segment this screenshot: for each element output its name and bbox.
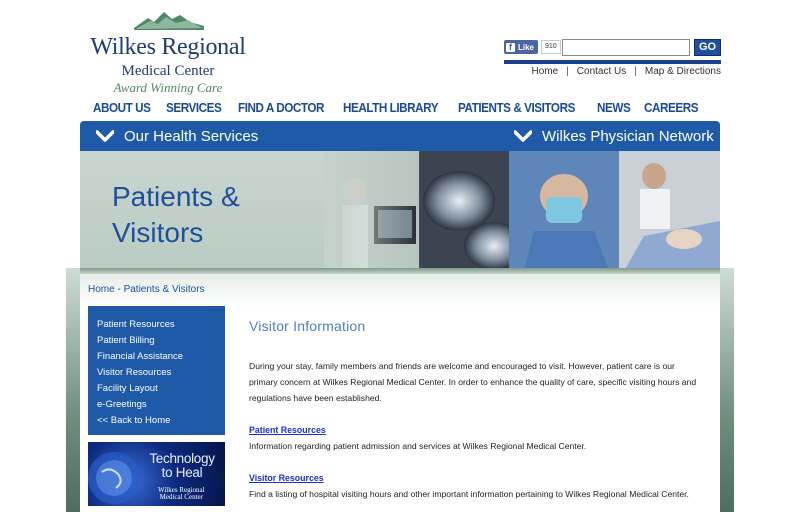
sidebar-item-patient-billing[interactable]: Patient Billing — [97, 333, 225, 349]
nav-about-us[interactable]: ABOUT US — [93, 100, 151, 118]
banner-photo-collage — [324, 151, 720, 271]
our-health-services-label: Our Health Services — [124, 127, 259, 145]
our-health-services-dropdown[interactable]: Our Health Services — [96, 121, 258, 151]
facebook-icon: f — [506, 42, 515, 52]
sidebar-item-patient-resources[interactable]: Patient Resources — [97, 317, 225, 333]
patient-resources-description: Information regarding patient admission … — [249, 441, 587, 451]
sidebar-item-facility-layout[interactable]: Facility Layout — [97, 381, 225, 397]
nav-services[interactable]: SERVICES — [166, 100, 222, 118]
utility-links: Home | Contact Us | Map & Directions — [531, 66, 721, 77]
utility-divider-bar — [504, 60, 721, 64]
breadcrumb-home[interactable]: Home — [88, 284, 115, 295]
nav-patients-visitors[interactable]: PATIENTS & VISITORS — [458, 100, 575, 118]
frame-left-edge — [66, 268, 80, 512]
utility-link-home[interactable]: Home — [531, 66, 558, 77]
intro-paragraph: During your stay, family members and fri… — [249, 361, 697, 403]
nav-health-library[interactable]: HEALTH LIBRARY — [343, 100, 439, 118]
chevron-down-icon — [96, 130, 114, 142]
facebook-like-count: 910 — [541, 40, 561, 54]
sidebar-item-e-greetings[interactable]: e-Greetings — [97, 397, 225, 413]
banner-title: Patients & Visitors — [112, 181, 240, 248]
main-navigation: ABOUT US SERVICES FIND A DOCTOR HEALTH L… — [80, 100, 720, 118]
search-input[interactable] — [562, 39, 690, 56]
breadcrumb: Home - Patients & Visitors — [88, 284, 205, 295]
facebook-like-label: Like — [518, 42, 535, 52]
logo-subtitle: Medical Center — [121, 63, 215, 79]
frame-right-edge — [720, 268, 734, 512]
patient-resources-link[interactable]: Patient Resources — [249, 425, 326, 435]
chevron-down-icon — [514, 130, 532, 142]
utility-link-map[interactable]: Map & Directions — [645, 66, 721, 77]
visitor-resources-link[interactable]: Visitor Resources — [249, 473, 324, 483]
site-logo[interactable]: Wilkes Regional Medical Center Award Win… — [82, 10, 254, 95]
sidebar-item-financial-assistance[interactable]: Financial Assistance — [97, 349, 225, 365]
globe-icon — [88, 452, 140, 504]
nav-careers[interactable]: CAREERS — [644, 100, 699, 118]
promo-logo: Wilkes Regional Medical Center — [158, 486, 205, 501]
sidebar-subnav: Patient Resources Patient Billing Financ… — [88, 306, 225, 435]
physician-network-label: Wilkes Physician Network — [542, 127, 714, 145]
page-banner: Patients & Visitors — [80, 151, 720, 271]
logo-tagline: Award Winning Care — [113, 80, 223, 95]
physician-network-dropdown[interactable]: Wilkes Physician Network — [514, 121, 714, 151]
facebook-like-button[interactable]: f Like — [504, 40, 539, 54]
utility-separator: | — [566, 66, 569, 77]
nav-find-a-doctor[interactable]: FIND A DOCTOR — [238, 100, 324, 118]
logo-title: Wilkes Regional — [90, 34, 246, 60]
visitor-resources-description: Find a listing of hospital visiting hour… — [249, 489, 689, 499]
utility-link-contact[interactable]: Contact Us — [577, 66, 626, 77]
utility-separator: | — [634, 66, 637, 77]
mountains-logo-icon — [134, 12, 204, 30]
page-heading: Visitor Information — [249, 318, 366, 334]
sidebar-item-back-to-home[interactable]: << Back to Home — [97, 413, 225, 429]
sidebar-item-visitor-resources[interactable]: Visitor Resources — [97, 365, 225, 381]
search-go-button[interactable]: GO — [694, 39, 721, 56]
breadcrumb-current[interactable]: Patients & Visitors — [124, 284, 205, 295]
breadcrumb-separator: - — [114, 284, 124, 295]
services-bar: Our Health Services Wilkes Physician Net… — [80, 121, 720, 151]
nav-news[interactable]: NEWS — [597, 100, 631, 118]
technology-to-heal-promo[interactable]: Technology to Heal Wilkes Regional Medic… — [88, 442, 225, 506]
promo-title: Technology to Heal — [149, 451, 215, 480]
facebook-like-widget[interactable]: f Like 910 — [504, 40, 561, 54]
